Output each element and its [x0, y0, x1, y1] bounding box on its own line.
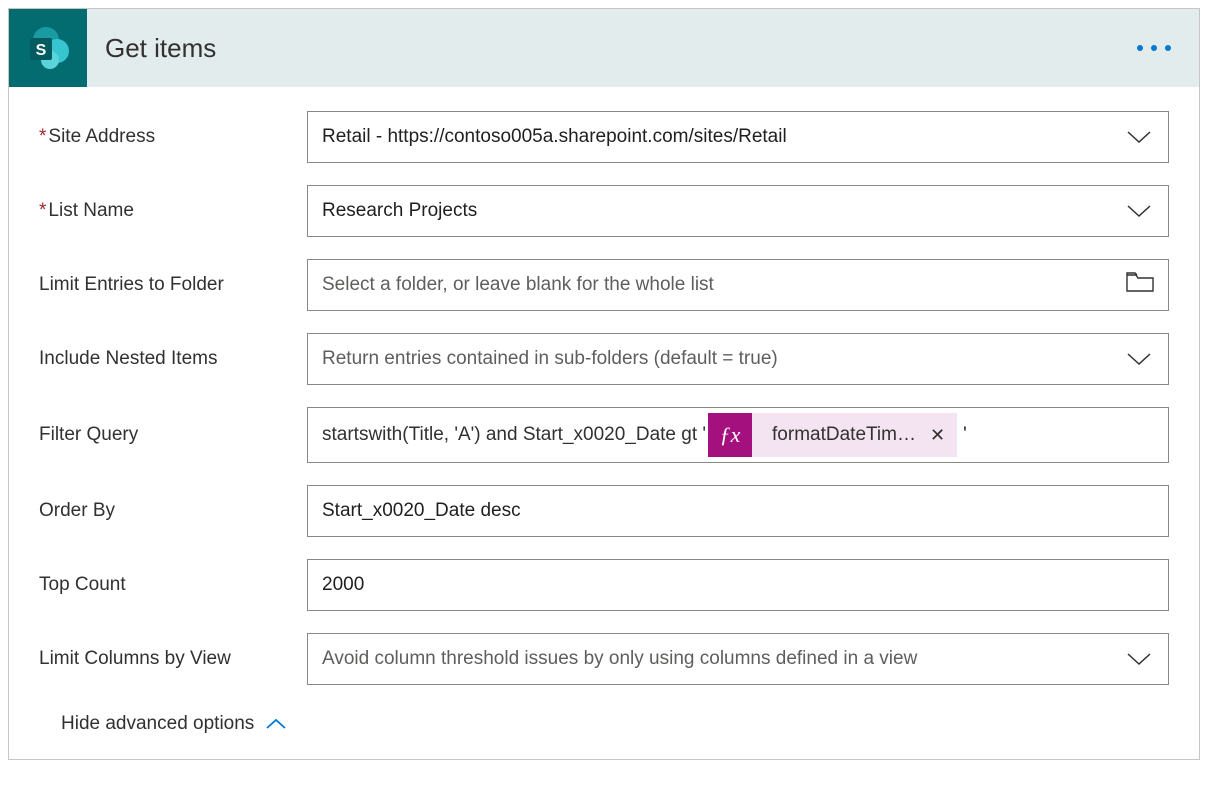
row-order-by: Order By Start_x0020_Date desc: [39, 485, 1169, 537]
folder-icon[interactable]: [1126, 271, 1154, 299]
include-nested-placeholder: Return entries contained in sub-folders …: [322, 348, 1116, 370]
order-by-value: Start_x0020_Date desc: [322, 500, 1154, 522]
label-order-by: Order By: [39, 500, 307, 522]
chevron-up-icon: [264, 717, 288, 731]
expression-token-label: formatDateTim…: [752, 424, 930, 446]
chevron-down-icon: [1124, 350, 1154, 368]
row-list-name: *List Name Research Projects: [39, 185, 1169, 237]
token-remove-button[interactable]: ✕: [930, 425, 957, 446]
row-filter-query: Filter Query startswith(Title, 'A') and …: [39, 407, 1169, 463]
row-limit-columns: Limit Columns by View Avoid column thres…: [39, 633, 1169, 685]
svg-text:S: S: [36, 42, 47, 59]
top-count-input[interactable]: 2000: [307, 559, 1169, 611]
list-name-dropdown[interactable]: Research Projects: [307, 185, 1169, 237]
top-count-value: 2000: [322, 574, 1154, 596]
label-list-name: *List Name: [39, 200, 307, 222]
limit-folder-input[interactable]: Select a folder, or leave blank for the …: [307, 259, 1169, 311]
label-include-nested: Include Nested Items: [39, 348, 307, 370]
hide-advanced-toggle[interactable]: Hide advanced options: [39, 707, 288, 753]
row-top-count: Top Count 2000: [39, 559, 1169, 611]
row-include-nested: Include Nested Items Return entries cont…: [39, 333, 1169, 385]
row-site-address: *Site Address Retail - https://contoso00…: [39, 111, 1169, 163]
action-card: S Get items *Site Address Retail - https…: [8, 8, 1200, 760]
chevron-down-icon: [1124, 128, 1154, 146]
label-filter-query: Filter Query: [39, 424, 307, 446]
order-by-input[interactable]: Start_x0020_Date desc: [307, 485, 1169, 537]
list-name-value: Research Projects: [322, 200, 1116, 222]
action-menu-button[interactable]: [1137, 45, 1199, 51]
filter-query-suffix: ': [957, 424, 971, 446]
action-title: Get items: [87, 33, 1137, 64]
site-address-dropdown[interactable]: Retail - https://contoso005a.sharepoint.…: [307, 111, 1169, 163]
fx-icon: ƒx: [708, 413, 752, 457]
limit-columns-placeholder: Avoid column threshold issues by only us…: [322, 648, 1116, 670]
limit-folder-placeholder: Select a folder, or leave blank for the …: [322, 274, 1118, 296]
expression-token[interactable]: ƒx formatDateTim… ✕: [708, 413, 957, 457]
label-top-count: Top Count: [39, 574, 307, 596]
row-limit-folder: Limit Entries to Folder Select a folder,…: [39, 259, 1169, 311]
chevron-down-icon: [1124, 202, 1154, 220]
include-nested-dropdown[interactable]: Return entries contained in sub-folders …: [307, 333, 1169, 385]
label-site-address: *Site Address: [39, 126, 307, 148]
chevron-down-icon: [1124, 650, 1154, 668]
sharepoint-icon: S: [9, 9, 87, 87]
filter-query-input[interactable]: startswith(Title, 'A') and Start_x0020_D…: [307, 407, 1169, 463]
site-address-value: Retail - https://contoso005a.sharepoint.…: [322, 126, 1116, 148]
label-limit-folder: Limit Entries to Folder: [39, 274, 307, 296]
action-body: *Site Address Retail - https://contoso00…: [9, 87, 1199, 759]
label-limit-columns: Limit Columns by View: [39, 648, 307, 670]
limit-columns-dropdown[interactable]: Avoid column threshold issues by only us…: [307, 633, 1169, 685]
filter-query-prefix: startswith(Title, 'A') and Start_x0020_D…: [322, 424, 706, 446]
action-header[interactable]: S Get items: [9, 9, 1199, 87]
hide-advanced-label: Hide advanced options: [61, 713, 254, 735]
